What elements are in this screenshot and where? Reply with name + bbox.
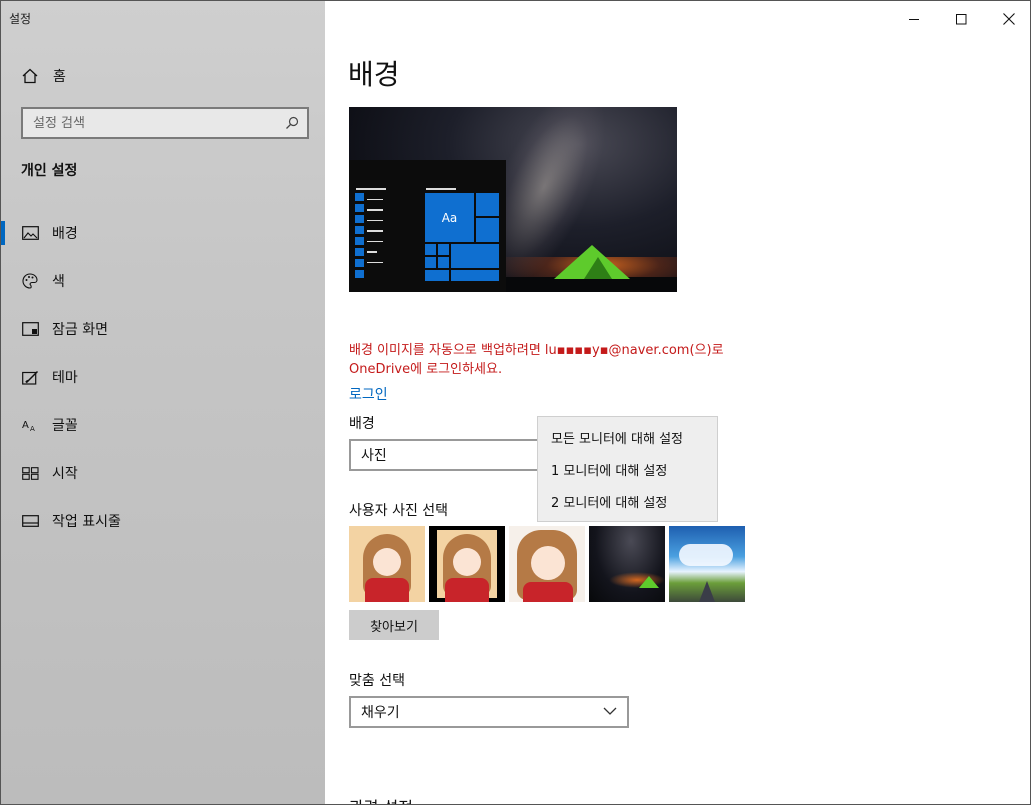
- background-label: 배경: [349, 416, 375, 432]
- svg-text:A: A: [30, 425, 35, 432]
- picture-thumbnail[interactable]: [669, 526, 745, 602]
- sidebar-item-fonts[interactable]: AA 글꼴: [1, 401, 325, 449]
- sidebar-item-background[interactable]: 배경: [1, 209, 325, 257]
- preview-tiles-header-line: [426, 188, 456, 190]
- maximize-button[interactable]: [938, 1, 985, 37]
- sidebar-item-label: 잠금 화면: [52, 322, 108, 338]
- sidebar-item-label: 시작: [52, 466, 78, 482]
- search-input[interactable]: [33, 115, 285, 131]
- minimize-icon: [909, 18, 919, 20]
- main-content: 배경 Aa 배경 이미지를 자동으로 백업하려면 lu▪▪▪▪y▪@naver.…: [325, 1, 1030, 804]
- preview-app-lines: [367, 188, 383, 272]
- preview-app-rail: [355, 193, 365, 283]
- picture-thumbnails: [349, 526, 749, 602]
- preview-tiles: Aa: [425, 193, 500, 281]
- sidebar-item-label: 배경: [52, 226, 78, 242]
- svg-text:A: A: [22, 420, 29, 431]
- preview-tile-main: Aa: [425, 193, 474, 242]
- sidebar-item-lock-screen[interactable]: 잠금 화면: [1, 305, 325, 353]
- sidebar-item-label: 테마: [52, 370, 78, 386]
- taskbar-icon: [21, 512, 39, 530]
- picture-thumbnail[interactable]: [509, 526, 585, 602]
- search-icon: [286, 116, 299, 129]
- minimize-button[interactable]: [891, 1, 938, 37]
- fit-select[interactable]: 채우기: [349, 696, 629, 728]
- sidebar-item-taskbar[interactable]: 작업 표시줄: [1, 497, 325, 545]
- home-nav-item[interactable]: 홈: [21, 64, 66, 88]
- signin-link[interactable]: 로그인: [349, 384, 388, 404]
- nav-list: 배경 색 잠금 화면 테마 A A 글꼴 시작 작업 표시줄: [1, 209, 325, 545]
- home-label: 홈: [53, 69, 66, 85]
- window-title: 설정: [9, 12, 32, 26]
- fit-value: 채우기: [361, 705, 400, 721]
- browse-button[interactable]: 찾아보기: [349, 610, 439, 640]
- lock-screen-icon: [21, 320, 39, 338]
- background-preview: Aa: [349, 107, 677, 292]
- picture-thumbnail[interactable]: [349, 526, 425, 602]
- fit-label: 맞춤 선택: [349, 673, 405, 689]
- search-box[interactable]: [21, 107, 309, 139]
- menu-item-monitor-2[interactable]: 2 모니터에 대해 설정: [538, 485, 717, 517]
- theme-icon: [21, 368, 39, 386]
- picture-thumbnail[interactable]: [589, 526, 665, 602]
- background-type-select[interactable]: 사진: [349, 439, 549, 471]
- sidebar-item-start[interactable]: 시작: [1, 449, 325, 497]
- preview-tent-shade: [584, 257, 612, 279]
- section-heading: 개인 설정: [21, 163, 78, 179]
- sidebar: 설정 홈 개인 설정 배경: [1, 1, 325, 804]
- sidebar-item-color[interactable]: 색: [1, 257, 325, 305]
- close-button[interactable]: [985, 1, 1030, 37]
- sidebar-item-label: 글꼴: [52, 418, 78, 434]
- home-icon: [22, 68, 38, 84]
- monitor-context-menu: 모든 모니터에 대해 설정 1 모니터에 대해 설정 2 모니터에 대해 설정: [537, 416, 718, 522]
- sidebar-item-label: 색: [52, 274, 65, 290]
- page-title: 배경: [348, 58, 400, 91]
- onedrive-backup-warning: 배경 이미지를 자동으로 백업하려면 lu▪▪▪▪y▪@naver.com(으)…: [349, 343, 724, 377]
- sidebar-item-label: 작업 표시줄: [52, 514, 121, 530]
- font-icon: AA: [21, 416, 39, 434]
- palette-icon: [21, 272, 39, 290]
- related-settings-heading: 관련 설정: [349, 794, 413, 804]
- maximize-icon: [956, 13, 967, 24]
- menu-item-all-monitors[interactable]: 모든 모니터에 대해 설정: [538, 421, 717, 453]
- menu-item-monitor-1[interactable]: 1 모니터에 대해 설정: [538, 453, 717, 485]
- preview-start-menu: Aa: [349, 160, 506, 292]
- close-icon: [1002, 13, 1015, 25]
- image-icon: [21, 224, 39, 242]
- picture-thumbnail[interactable]: [429, 526, 505, 602]
- chevron-down-icon: [603, 707, 617, 715]
- choose-picture-label: 사용자 사진 선택: [349, 503, 449, 519]
- sidebar-item-theme[interactable]: 테마: [1, 353, 325, 401]
- window-controls: [891, 1, 1030, 37]
- start-icon: [21, 464, 39, 482]
- settings-window: 설정 홈 개인 설정 배경: [0, 0, 1031, 805]
- background-type-value: 사진: [361, 448, 387, 464]
